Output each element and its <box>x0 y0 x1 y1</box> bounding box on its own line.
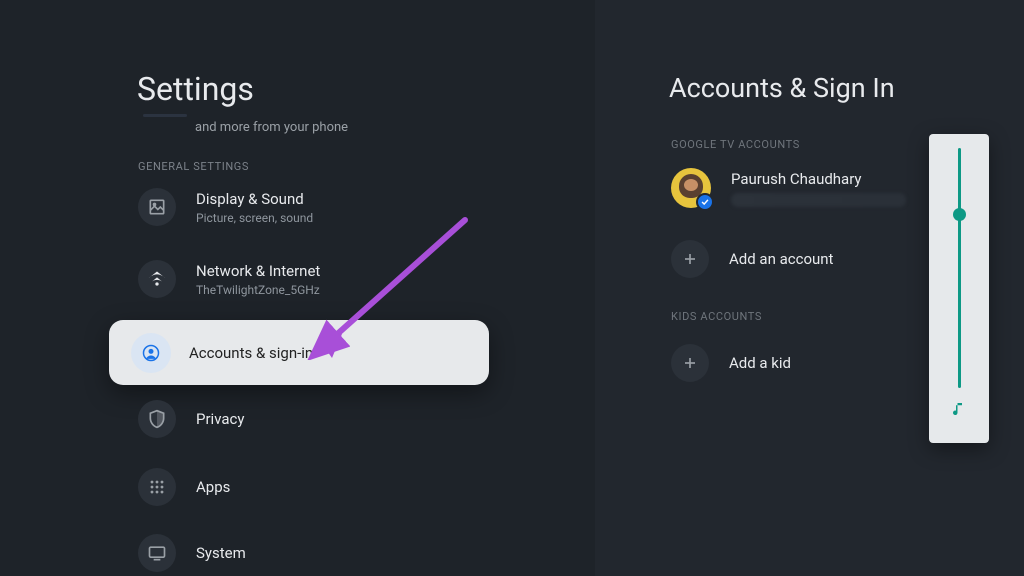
settings-item-accounts-signin[interactable]: Accounts & sign-in <box>109 320 489 385</box>
item-subtitle: Picture, screen, sound <box>196 211 313 225</box>
shield-icon <box>138 400 176 438</box>
apps-grid-icon <box>138 468 176 506</box>
image-icon <box>138 188 176 226</box>
settings-item-network[interactable]: Network & Internet TheTwilightZone_5GHz <box>138 260 478 298</box>
plus-icon <box>671 240 709 278</box>
item-title: Display & Sound <box>196 190 313 208</box>
account-entry[interactable]: Paurush Chaudhary <box>671 168 906 208</box>
avatar <box>671 168 711 208</box>
add-account-button[interactable]: Add an account <box>671 240 833 278</box>
section-header-kids-accounts: KIDS ACCOUNTS <box>671 310 762 323</box>
account-icon <box>131 333 171 373</box>
volume-track[interactable] <box>958 148 961 388</box>
detail-title: Accounts & Sign In <box>669 72 895 104</box>
settings-item-apps[interactable]: Apps <box>138 468 478 506</box>
item-title: Apps <box>196 478 230 496</box>
accounts-panel: Accounts & Sign In GOOGLE TV ACCOUNTS Pa… <box>595 0 1024 576</box>
plus-icon <box>671 344 709 382</box>
add-kid-button[interactable]: Add a kid <box>671 344 791 382</box>
settings-item-privacy[interactable]: Privacy <box>138 400 478 438</box>
item-title: Add a kid <box>729 354 791 372</box>
music-note-icon <box>950 400 968 422</box>
partial-previous-item-indicator <box>143 114 187 117</box>
section-header-general: GENERAL SETTINGS <box>138 160 249 173</box>
active-check-icon <box>696 193 714 211</box>
previous-item-subtext: and more from your phone <box>195 120 348 135</box>
settings-panel: Settings and more from your phone GENERA… <box>0 0 595 576</box>
item-title: Accounts & sign-in <box>189 344 313 362</box>
volume-thumb[interactable] <box>953 208 966 221</box>
settings-item-system[interactable]: System <box>138 534 478 572</box>
item-title: System <box>196 544 246 562</box>
item-subtitle: TheTwilightZone_5GHz <box>196 283 320 297</box>
page-title: Settings <box>137 70 254 108</box>
tv-icon <box>138 534 176 572</box>
wifi-icon <box>138 260 176 298</box>
settings-item-display-sound[interactable]: Display & Sound Picture, screen, sound <box>138 188 478 226</box>
item-title: Privacy <box>196 410 244 428</box>
account-name: Paurush Chaudhary <box>731 170 906 188</box>
account-email-redacted <box>731 193 906 207</box>
section-header-google-accounts: GOOGLE TV ACCOUNTS <box>671 138 800 151</box>
item-title: Add an account <box>729 250 833 268</box>
volume-slider-panel[interactable] <box>929 134 989 443</box>
item-title: Network & Internet <box>196 262 320 280</box>
